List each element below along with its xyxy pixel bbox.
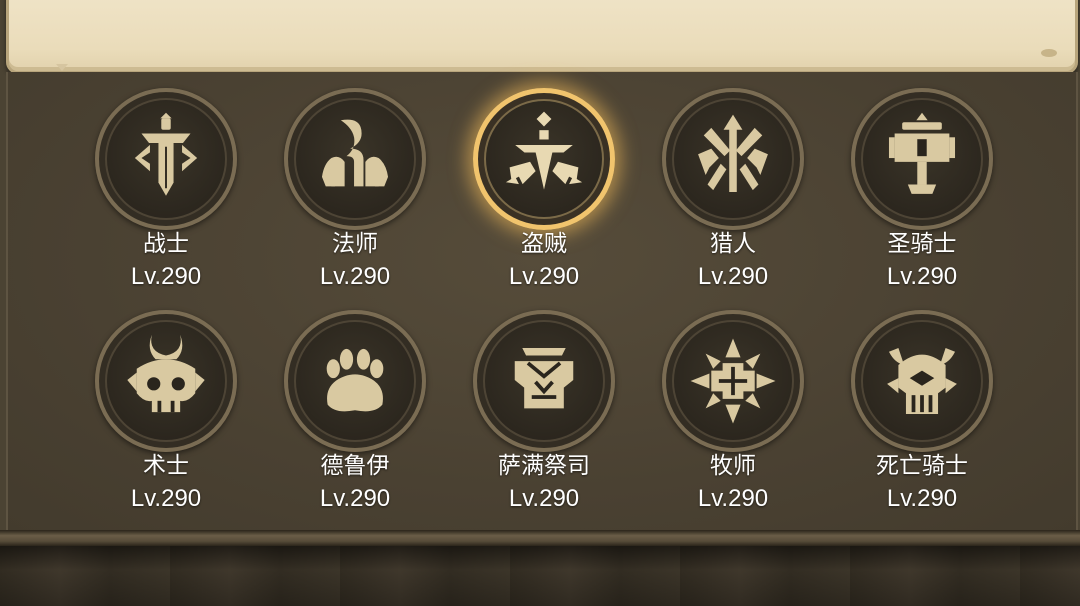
class-level: Lv.290 [319,263,391,290]
carved-floor [0,546,1080,606]
sword-shield-icon [134,112,198,196]
crossed-daggers-icon [505,111,583,190]
class-level: Lv.290 [130,263,202,290]
warlock-medal[interactable] [95,310,237,452]
arrow-axes-icon [698,114,768,193]
totem-icon [514,347,574,409]
holy-star-icon [690,338,776,424]
holy-hammer-icon [888,112,956,194]
class-level: Lv.290 [130,485,202,512]
class-level: Lv.290 [319,485,391,512]
rune-helm-icon [887,347,957,415]
bear-paw-icon [326,348,384,412]
class-name: 圣骑士 [887,231,957,257]
hunter-medal[interactable] [662,88,804,230]
class-name: 萨满祭司 [498,453,590,479]
class-level: Lv.290 [697,263,769,290]
warrior-medal[interactable] [95,88,237,230]
class-name: 法师 [332,231,378,257]
rogue-medal[interactable] [473,88,615,230]
class-name: 猎人 [710,231,756,257]
class-name: 盗贼 [521,231,567,257]
class-name: 牧师 [710,453,756,479]
arcane-flame-icon [321,119,389,187]
parchment-panel [6,0,1078,74]
demon-skull-icon [127,334,205,413]
class-level: Lv.290 [508,263,580,290]
class-name: 德鲁伊 [320,453,390,479]
priest-medal[interactable] [662,310,804,452]
panel-notch [56,64,68,71]
mage-medal[interactable] [284,88,426,230]
paladin-medal[interactable] [851,88,993,230]
class-level: Lv.290 [886,263,958,290]
panel-ledge [0,530,1080,546]
class-name: 战士 [143,231,189,257]
class-name: 术士 [143,453,189,479]
class-select-screen: 战士 Lv.290 法师 Lv.290 盗贼 Lv.290 猎人 Lv.290 … [0,0,1080,606]
death-knight-medal[interactable] [851,310,993,452]
class-name: 死亡骑士 [876,453,968,479]
druid-medal[interactable] [284,310,426,452]
shaman-medal[interactable] [473,310,615,452]
class-level: Lv.290 [508,485,580,512]
class-level: Lv.290 [697,485,769,512]
class-level: Lv.290 [886,485,958,512]
